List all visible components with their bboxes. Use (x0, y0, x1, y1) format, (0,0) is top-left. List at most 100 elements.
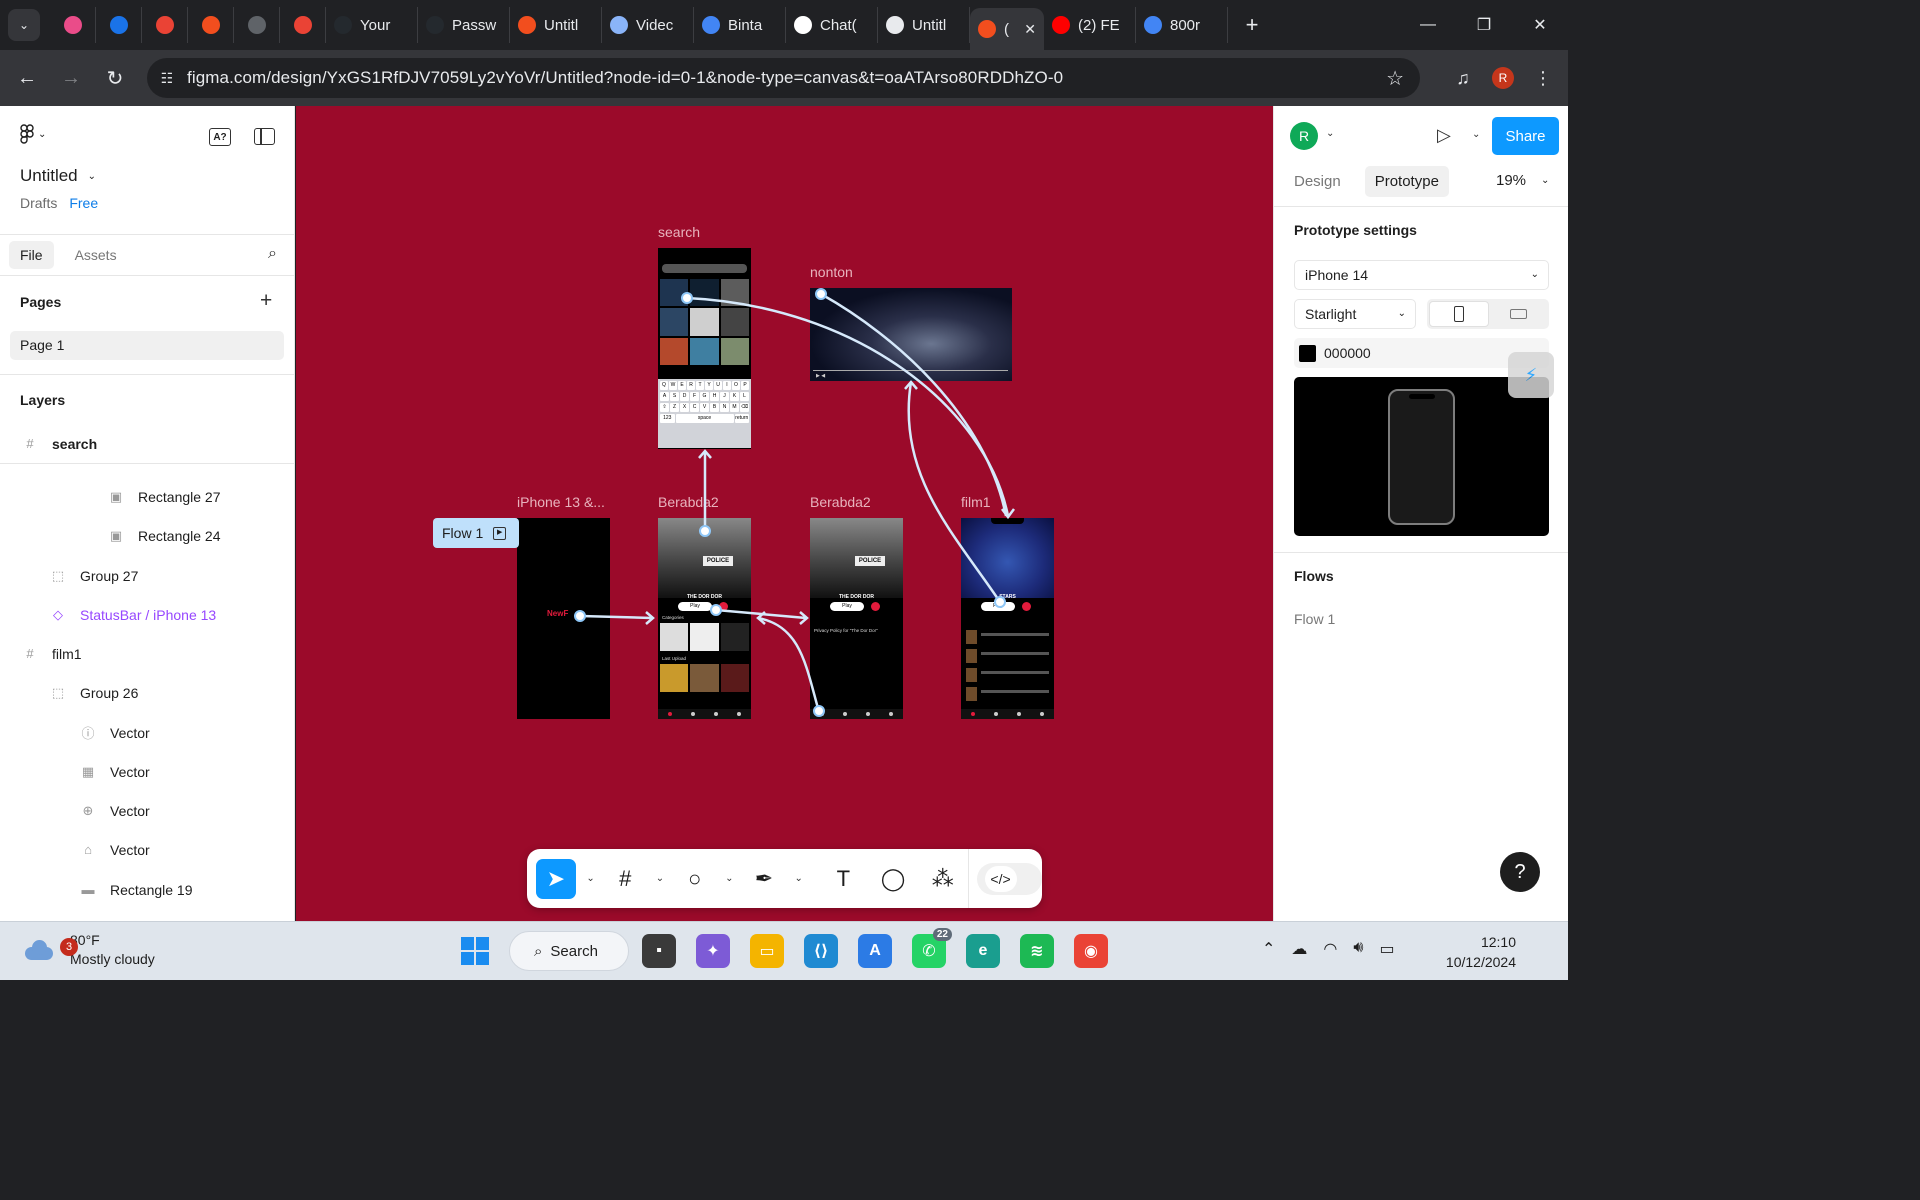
tab-search-chevron-icon[interactable]: ⌄ (8, 9, 40, 41)
browser-tab[interactable]: (✕ (970, 8, 1044, 50)
landscape-button[interactable] (1489, 301, 1547, 327)
browser-tab[interactable]: Untitl (510, 7, 602, 43)
layer-item[interactable]: ◇ StatusBar / iPhone 13 (50, 595, 216, 634)
more-menu-icon[interactable]: ⋮ (1528, 68, 1558, 89)
drafts-link[interactable]: Drafts (20, 195, 57, 211)
connection-node[interactable] (815, 288, 827, 300)
windows-start-icon[interactable] (461, 937, 489, 965)
app-store-icon[interactable]: A (858, 934, 892, 968)
browser-tab[interactable]: (2) FE (1044, 7, 1136, 43)
clock[interactable]: 12:10 10/12/2024 (1440, 932, 1516, 972)
copilot-icon[interactable]: ✦ (696, 934, 730, 968)
frame-label-splash[interactable]: iPhone 13 &... (517, 494, 605, 510)
frame-berabda2[interactable]: POLICE THE DOR DOR Play Categories Last … (658, 518, 751, 719)
frame-berabda2-privacy[interactable]: POLICE THE DOR DOR Play Privacy Policy f… (810, 518, 903, 719)
tab-design[interactable]: Design (1284, 166, 1351, 197)
site-settings-icon[interactable]: ☷ (147, 70, 187, 87)
vscode-icon[interactable]: ⟨⟩ (804, 934, 838, 968)
chevron-down-icon[interactable]: ⌄ (1472, 129, 1480, 140)
layer-item[interactable]: ⬚ Group 26 (50, 673, 139, 712)
pen-tool-icon[interactable]: ✒ (744, 859, 784, 899)
back-arrow-icon[interactable]: ← (5, 56, 49, 100)
chevron-down-icon[interactable]: ⌄ (714, 859, 744, 899)
user-avatar[interactable]: R (1290, 122, 1318, 150)
connection-node[interactable] (681, 292, 693, 304)
frame-nonton[interactable]: ▶ ◀ (810, 288, 1012, 381)
browser-tab[interactable]: Untitl (878, 7, 970, 43)
task-view-icon[interactable]: ▪ (642, 934, 676, 968)
chevron-down-icon[interactable]: ⌄ (1326, 128, 1334, 139)
main-menu-button[interactable]: ⌄ (20, 124, 46, 144)
portrait-button[interactable] (1429, 301, 1489, 327)
media-control-icon[interactable]: ♫ (1448, 68, 1478, 89)
chevron-down-icon[interactable]: ⌄ (1541, 175, 1549, 186)
frame-label-film1[interactable]: film1 (961, 494, 991, 510)
text-tool-icon[interactable]: T (824, 859, 864, 899)
chevron-down-icon[interactable]: ⌄ (576, 859, 606, 899)
browser-tab[interactable] (50, 7, 96, 43)
profile-avatar[interactable]: R (1492, 67, 1514, 89)
bookmark-star-icon[interactable]: ☆ (1386, 66, 1404, 91)
ellipse-tool-icon[interactable]: ○ (675, 859, 715, 899)
close-window-icon[interactable]: ✕ (1512, 0, 1568, 50)
connection-node[interactable] (813, 705, 825, 717)
browser-tab[interactable] (188, 7, 234, 43)
chrome-icon[interactable]: ◉ (1074, 934, 1108, 968)
onedrive-cloud-icon[interactable]: ☁ (1291, 939, 1307, 959)
volume-icon[interactable]: 🔊︎ (1353, 939, 1363, 959)
color-swatch[interactable] (1299, 344, 1316, 362)
toggle-sidebar-icon[interactable] (254, 128, 275, 145)
edge-icon[interactable]: e (966, 934, 1000, 968)
file-name-menu[interactable]: Untitled ⌄ (20, 166, 96, 186)
file-explorer-icon[interactable]: ▭ (750, 934, 784, 968)
wifi-icon[interactable]: ◠ (1323, 939, 1337, 959)
tab-prototype[interactable]: Prototype (1364, 166, 1449, 197)
page-item[interactable]: Page 1 (10, 331, 284, 360)
layer-item[interactable]: ⬚ Group 27 (50, 556, 139, 595)
model-color-select[interactable]: Starlight ⌄ (1294, 299, 1416, 329)
plan-badge[interactable]: Free (69, 195, 98, 211)
browser-tab[interactable] (142, 7, 188, 43)
browser-tab[interactable]: Chat( (786, 7, 878, 43)
frame-search[interactable]: QWERTYUIOP ASDFGHJKL ⇧ Z X C V B N M ⌫ 123 space r… (658, 248, 751, 449)
browser-tab[interactable]: Your (326, 7, 418, 43)
layer-item[interactable]: # film1 (22, 634, 81, 673)
layer-item[interactable]: ⓘ Vector (80, 713, 149, 752)
chevron-up-icon[interactable]: ⌃ (1262, 939, 1275, 959)
device-select[interactable]: iPhone 14 ⌄ (1294, 260, 1549, 290)
connection-node[interactable] (710, 604, 722, 616)
browser-tab[interactable]: Videc (602, 7, 694, 43)
address-bar[interactable]: ☷ figma.com/design/YxGS1RfDJV7059Ly2vYoV… (147, 58, 1420, 98)
frame-label-berabda2-privacy[interactable]: Berabda2 (810, 494, 871, 510)
connection-node[interactable] (699, 525, 711, 537)
comment-tool-icon[interactable]: ◯ (873, 859, 913, 899)
frame-label-berabda2[interactable]: Berabda2 (658, 494, 719, 510)
browser-tab[interactable] (234, 7, 280, 43)
layer-item[interactable]: ⌂ Vector (80, 830, 150, 869)
background-color-value[interactable]: 000000 (1324, 345, 1371, 361)
actions-tool-icon[interactable]: ⁂ (923, 859, 963, 899)
minimize-icon[interactable]: — (1400, 0, 1456, 50)
flow-item[interactable]: Flow 1 (1294, 611, 1335, 627)
present-flow-icon[interactable]: ▶ (493, 526, 507, 540)
browser-tab[interactable]: Binta (694, 7, 786, 43)
tab-assets[interactable]: Assets (64, 241, 128, 269)
plugin-floating-icon[interactable]: ⚡ (1508, 352, 1554, 398)
move-tool-icon[interactable]: ➤ (536, 858, 576, 899)
layer-item[interactable]: ▣ Rectangle 24 (108, 516, 221, 555)
browser-tab[interactable]: Passw (418, 7, 510, 43)
zoom-level[interactable]: 19% (1496, 172, 1526, 189)
whatsapp-icon[interactable]: ✆ 22 (912, 928, 952, 968)
layer-item[interactable]: ▦ Vector (80, 752, 150, 791)
new-tab-button[interactable]: + (1238, 12, 1266, 38)
dev-mode-toggle[interactable]: </> (976, 862, 1043, 895)
frame-film1[interactable]: STARS Play (961, 518, 1054, 719)
url-text[interactable]: figma.com/design/YxGS1RfDJV7059Ly2vYoVr/… (187, 68, 1337, 88)
ai-actions-icon[interactable]: A? (209, 128, 231, 146)
weather-widget[interactable]: 3 80°F Mostly cloudy (22, 931, 155, 969)
layer-item[interactable]: ⊕ Vector (80, 791, 150, 830)
layer-item[interactable]: ▬ Rectangle 19 (80, 870, 193, 909)
browser-tab[interactable] (96, 7, 142, 43)
spotify-icon[interactable]: ≋ (1020, 934, 1054, 968)
search-icon[interactable]: ⌕ (268, 245, 277, 263)
